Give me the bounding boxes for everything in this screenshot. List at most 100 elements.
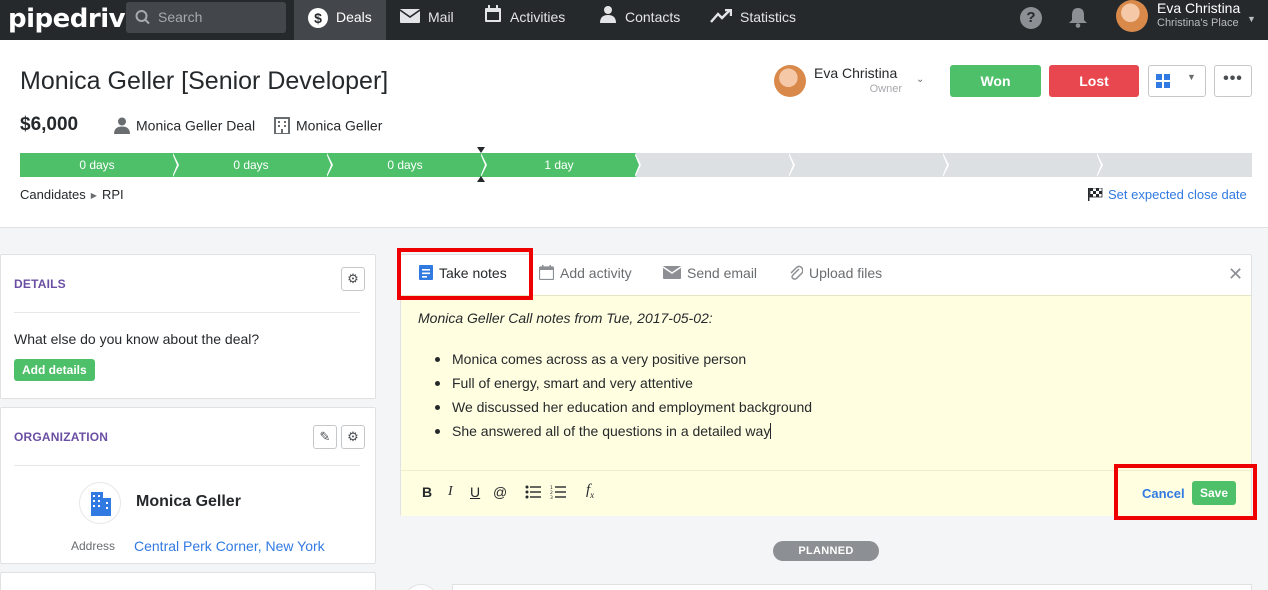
search-input[interactable]: Search (126, 2, 286, 33)
owner-avatar[interactable] (774, 65, 806, 97)
list-item: We discussed her education and employmen… (434, 395, 812, 419)
bold-button[interactable]: B (422, 484, 432, 500)
building-icon (79, 482, 121, 524)
pipeline-stage[interactable] (790, 153, 944, 177)
clear-formatting-icon[interactable]: fx (586, 482, 594, 500)
chevron-down-icon[interactable]: ▼ (1247, 14, 1256, 24)
organization-panel: ORGANIZATION ✎ ⚙ Monica Geller Address C… (0, 407, 376, 564)
details-panel: DETAILS ⚙ What else do you know about th… (0, 254, 376, 399)
stage-arrow (172, 153, 177, 177)
stage-arrow (326, 153, 331, 177)
breadcrumb: Candidates ▶ RPI (20, 187, 124, 202)
dollar-icon: $ (308, 8, 328, 29)
deal-value[interactable]: $6,000 (20, 114, 78, 136)
list-item: Full of energy, smart and very attentive (434, 371, 812, 395)
mention-button[interactable]: @ (493, 484, 507, 500)
calendar-icon (538, 265, 555, 283)
breadcrumb-stage[interactable]: RPI (102, 187, 124, 202)
list-item: Monica comes across as a very positive p… (434, 347, 812, 371)
gear-icon[interactable]: ⚙ (341, 267, 365, 291)
list-item: She answered all of the questions in a d… (434, 419, 812, 443)
breadcrumb-pipeline[interactable]: Candidates (20, 187, 86, 202)
address-link[interactable]: Central Perk Corner, New York (134, 538, 325, 554)
underline-button[interactable]: U (470, 484, 480, 500)
nav-contacts[interactable]: Contacts (599, 0, 680, 40)
numbered-list-icon[interactable]: 123 (550, 485, 566, 502)
timeline-item (452, 584, 1252, 590)
nav-activities[interactable]: Activities (484, 0, 565, 40)
tab-add-activity[interactable]: Add activity (538, 265, 632, 283)
organization-title: ORGANIZATION (14, 430, 109, 444)
view-switch-button[interactable]: ▼ (1148, 65, 1206, 97)
pipeline-stage[interactable]: 1 day (482, 153, 636, 177)
bell-icon[interactable] (1068, 6, 1088, 31)
stage-arrow (788, 153, 793, 177)
user-name[interactable]: Eva Christina (1157, 0, 1240, 16)
stage-marker-bottom (477, 176, 485, 182)
deal-person[interactable]: Monica Geller Deal (114, 117, 255, 137)
mail-icon (662, 266, 682, 282)
highlight-save-actions (1114, 464, 1257, 520)
deal-organization[interactable]: Monica Geller (274, 117, 382, 137)
nav-mail[interactable]: Mail (399, 0, 454, 40)
note-list: Monica comes across as a very positive p… (434, 347, 812, 443)
mail-icon (399, 1, 421, 35)
close-icon[interactable]: ✕ (1228, 264, 1243, 285)
pipeline-stages: 0 days 0 days 0 days 1 day (20, 153, 1252, 177)
trend-icon (710, 1, 733, 35)
bullet-list-icon[interactable] (525, 485, 541, 502)
divider (14, 465, 360, 466)
lost-button[interactable]: Lost (1049, 65, 1139, 97)
pipeline-stage[interactable] (944, 153, 1098, 177)
svg-text:3: 3 (550, 495, 553, 499)
paperclip-icon (789, 265, 804, 284)
highlight-take-notes (397, 248, 533, 300)
search-icon (135, 2, 151, 44)
divider (14, 312, 360, 313)
nav-statistics[interactable]: Statistics (710, 0, 796, 40)
pipedrive-logo[interactable]: pipedrive (8, 4, 143, 34)
person-icon (114, 117, 130, 137)
pipeline-stage[interactable]: 0 days (20, 153, 174, 177)
top-nav: pipedrive Search $ Deals Mail Activities … (0, 0, 1268, 40)
text-cursor (770, 423, 772, 439)
pipeline-stage[interactable] (636, 153, 790, 177)
address-label: Address (71, 539, 116, 553)
owner-name[interactable]: Eva Christina (814, 65, 897, 81)
stage-marker-top (477, 147, 485, 153)
search-placeholder: Search (158, 9, 203, 25)
person-icon (599, 1, 617, 35)
help-icon[interactable]: ? (1020, 7, 1042, 29)
stage-arrow (480, 153, 485, 177)
chevron-right-icon: ▶ (90, 191, 97, 201)
stage-arrow (1096, 153, 1101, 177)
pipeline-stage[interactable] (1098, 153, 1252, 177)
italic-button[interactable]: I (448, 484, 453, 500)
organization-name[interactable]: Monica Geller (136, 493, 241, 511)
stage-arrow (942, 153, 947, 177)
won-button[interactable]: Won (950, 65, 1041, 97)
user-company[interactable]: Christina's Place (1157, 17, 1239, 29)
set-close-date-link[interactable]: Set expected close date (1088, 187, 1247, 204)
building-icon (274, 117, 290, 137)
more-button[interactable]: ••• (1214, 65, 1252, 97)
chevron-down-icon[interactable]: ⌄ (916, 74, 924, 85)
owner-label: Owner (869, 83, 902, 95)
pipeline-stage[interactable]: 0 days (174, 153, 328, 177)
tab-send-email[interactable]: Send email (662, 265, 757, 282)
pencil-icon[interactable]: ✎ (313, 425, 337, 449)
user-avatar[interactable] (1116, 0, 1148, 32)
tab-upload-files[interactable]: Upload files (789, 265, 882, 284)
details-question: What else do you know about the deal? (14, 331, 260, 347)
note-editor[interactable]: Monica Geller Call notes from Tue, 2017-… (401, 295, 1251, 470)
stage-arrow (634, 153, 639, 177)
gear-icon[interactable]: ⚙ (341, 425, 365, 449)
details-title: DETAILS (14, 277, 66, 291)
planned-badge: PLANNED (773, 541, 879, 561)
add-details-button[interactable]: Add details (14, 359, 95, 381)
deal-title[interactable]: Monica Geller [Senior Developer] (20, 67, 388, 96)
timeline-dot (404, 584, 438, 590)
nav-deals[interactable]: $ Deals (294, 0, 386, 40)
note-heading: Monica Geller Call notes from Tue, 2017-… (418, 310, 713, 326)
pipeline-stage[interactable]: 0 days (328, 153, 482, 177)
